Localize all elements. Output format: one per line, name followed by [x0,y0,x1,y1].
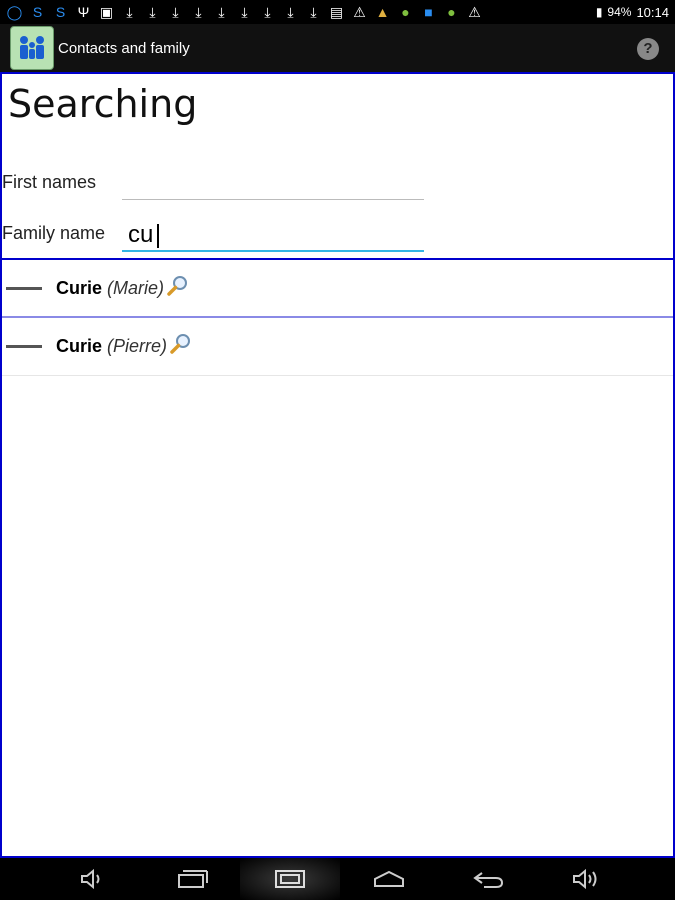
photo-icon: ■ [424,3,433,20]
android-icon: ● [447,3,456,20]
dash-icon [6,345,42,348]
magnifier-icon[interactable] [166,274,190,303]
result-item[interactable]: Curie (Marie) [2,260,673,318]
android-icon: ● [401,3,410,20]
notification-icons: ◯ S S Ψ ▣ ⤓ ⤓ ⤓ ⤓ ⤓ ⤓ ⤓ ⤓ ⤓ ▤ ⚠ ▲ ● ■ ● … [6,4,483,21]
volume-down-icon[interactable] [72,864,112,894]
download-icon: ⤓ [310,3,317,20]
result-item[interactable]: Curie (Pierre) [2,318,673,376]
download-icon: ⤓ [287,3,294,20]
battery-level: 94% [607,5,632,19]
status-right: ▮ 94% 10:14 [596,5,669,20]
cleaner-icon: ▲ [375,3,390,20]
download-icon: ⤓ [149,3,156,20]
sync-icon: ◯ [6,3,23,20]
search-panel: Searching First names Family name [2,74,673,260]
download-icon: ⤓ [195,3,202,20]
result-surname: Curie [56,336,103,356]
volume-up-icon[interactable] [566,864,606,894]
result-given-name: (Pierre) [107,336,168,356]
family-name-input[interactable] [122,220,424,252]
help-icon[interactable]: ? [637,38,659,60]
status-bar: ◯ S S Ψ ▣ ⤓ ⤓ ⤓ ⤓ ⤓ ⤓ ⤓ ⤓ ⤓ ▤ ⚠ ▲ ● ■ ● … [0,0,675,24]
image-icon: ▣ [99,3,114,20]
action-bar: Contacts and family ? [0,24,675,72]
first-names-label: First names [2,172,97,192]
download-icon: ⤓ [172,3,179,20]
magnifier-icon[interactable] [169,332,193,361]
navigation-bar [0,858,675,900]
page-title: Searching [8,82,198,126]
download-icon: ⤓ [218,3,225,20]
result-name: Curie (Pierre) [56,336,167,357]
sync-icon: S [32,3,43,20]
warning-icon: ⚠ [353,3,366,20]
download-icon: ⤓ [241,3,248,20]
home-icon[interactable] [369,864,409,894]
warning-icon: ⚠ [468,3,481,20]
screenshot-icon[interactable] [270,864,310,894]
main-content: Searching First names Family name Curie … [0,72,675,858]
app-title: Contacts and family [58,39,190,57]
dash-icon [6,286,42,290]
results-list: Curie (Marie) Curie (Pierre) [2,260,673,376]
download-icon: ⤓ [264,3,271,20]
result-given-name: (Marie) [107,277,165,298]
recent-apps-icon[interactable] [172,864,212,894]
usb-icon: Ψ [77,3,90,20]
result-name: Curie (Marie) [56,278,164,299]
first-names-input[interactable] [122,168,424,200]
text-cursor [157,224,159,248]
family-name-label: Family name [2,223,106,243]
family-app-icon[interactable] [10,26,54,70]
gallery-icon: ▤ [329,3,344,20]
download-icon: ⤓ [126,3,133,20]
sync-icon: S [55,3,66,20]
result-surname: Curie [56,277,103,298]
back-icon[interactable] [468,864,508,894]
clock: 10:14 [636,4,669,20]
battery-icon: ▮ [595,5,603,19]
